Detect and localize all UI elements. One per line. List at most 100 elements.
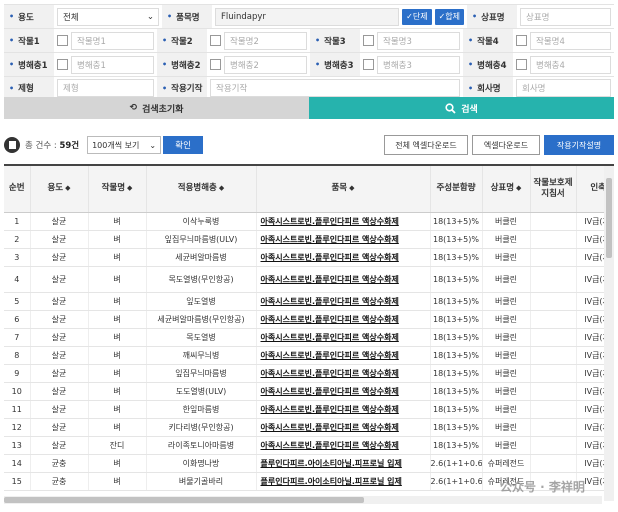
product-link[interactable]: 아족시스트로빈.플루인다피르 액상수화제 [256, 266, 431, 293]
product-link[interactable]: 아족시스트로빈.플루인다피르 액상수화제 [256, 292, 431, 311]
table-row[interactable]: 11 살균 벼 한잎마름병 아족시스트로빈.플루인다피르 액상수화제 18(13+5)% 버… [4, 400, 614, 419]
table-cell: 살균 [30, 292, 89, 311]
table-row[interactable]: 10 살균 벼 도도열병(ULV) 아족시스트로빈.플루인다피르 액상수화제 18(13+… [4, 382, 614, 401]
col-header-crop[interactable]: 작물명 ◆ [88, 166, 147, 213]
table-cell: 살균 [30, 400, 89, 419]
pest1-label: • 병해충1 [4, 53, 54, 76]
pest3-input[interactable]: 병해충3 [377, 55, 460, 74]
excel-download-button[interactable]: 엑셀다운로드 [472, 135, 540, 155]
product-link[interactable]: 아족시스트로빈.플루인다피르 액상수화제 [256, 212, 431, 231]
table-cell: 9 [4, 364, 31, 383]
col-header-brand[interactable]: 상표명 ◆ [482, 166, 531, 213]
confirm-button[interactable]: 확인 [163, 136, 204, 154]
product-link[interactable]: 아족시스트로빈.플루인다피르 액상수화제 [256, 248, 431, 267]
single-button[interactable]: ✓ 단제 [402, 8, 432, 25]
table-row[interactable]: 9 살균 벼 잎집무늬마름병 아족시스트로빈.플루인다피르 액상수화제 18(13+5)%… [4, 364, 614, 383]
horizontal-scrollbar[interactable] [4, 496, 602, 504]
vertical-scrollbar[interactable] [604, 166, 614, 501]
table-cell [530, 248, 577, 267]
crop3-label: • 작물3 [310, 29, 360, 52]
table-cell: 버클린 [482, 346, 531, 365]
product-link[interactable]: 아족시스트로빈.플루인다피르 액상수화제 [256, 364, 431, 383]
product-link[interactable]: 아족시스트로빈.플루인다피르 액상수화제 [256, 436, 431, 455]
table-cell: 이삭누룩병 [146, 212, 257, 231]
crop1-checkbox[interactable] [57, 35, 68, 46]
table-row[interactable]: 1 살균 벼 이삭누룩병 아족시스트로빈.플루인다피르 액상수화제 18(13+5)% 버클… [4, 212, 614, 231]
crop2-input[interactable]: 작물명2 [224, 31, 307, 50]
brand-input[interactable]: 상표명 [520, 7, 611, 26]
mechanism-info-button[interactable]: 작용기작설명 [544, 135, 614, 155]
table-cell: 11 [4, 400, 31, 419]
table-cell: 18(13+5)% [430, 400, 483, 419]
table-row[interactable]: 12 살균 벼 키다리병(무인항공) 아족시스트로빈.플루인다피르 액상수화제 18(13… [4, 418, 614, 437]
table-cell: 벼 [88, 382, 147, 401]
pest2-input[interactable]: 병해충2 [224, 55, 307, 74]
product-link[interactable]: 아족시스트로빈.플루인다피르 액상수화제 [256, 310, 431, 329]
crop4-checkbox[interactable] [516, 35, 527, 46]
use-select[interactable]: 전체 ⌄ [57, 7, 159, 26]
excel-all-download-button[interactable]: 전체 엑셀다운로드 [384, 135, 468, 155]
table-cell: 6 [4, 310, 31, 329]
product-link[interactable]: 아족시스트로빈.플루인다피르 액상수화제 [256, 418, 431, 437]
col-header-pest[interactable]: 적용병해충 ◆ [146, 166, 257, 213]
product-link[interactable]: 플루인다피르.아이소티아닐.피프로닐 입제 [256, 472, 431, 491]
pest3-checkbox[interactable] [363, 59, 374, 70]
form-type-input[interactable]: 제형 [57, 79, 154, 97]
product-link[interactable]: 플루인다피르.아이소티아닐.피프로닐 입제 [256, 454, 431, 473]
crop3-checkbox[interactable] [363, 35, 374, 46]
table-cell [530, 266, 577, 293]
product-link[interactable]: 아족시스트로빈.플루인다피르 액상수화제 [256, 346, 431, 365]
table-row[interactable]: 6 살균 벼 세균벼알마름병(무인항공) 아족시스트로빈.플루인다피르 액상수화제 18(… [4, 310, 614, 329]
mechanism-input[interactable]: 작용기작 [210, 79, 460, 97]
table-row[interactable]: 7 살균 벼 목도열병 아족시스트로빈.플루인다피르 액상수화제 18(13+5)% 버클린… [4, 328, 614, 347]
reset-button[interactable]: ⟲ 검색초기화 [4, 97, 309, 119]
product-link[interactable]: 아족시스트로빈.플루인다피르 액상수화제 [256, 382, 431, 401]
product-link[interactable]: 아족시스트로빈.플루인다피르 액상수화제 [256, 328, 431, 347]
table-cell: 18(13+5)% [430, 248, 483, 267]
search-button[interactable]: 검색 [309, 97, 614, 119]
table-row[interactable]: 14 균충 벼 이화명나방 플루인다피르.아이소티아닐.피프로닐 입제 2.6(1+1+0… [4, 454, 614, 473]
scroll-thumb[interactable] [4, 497, 364, 503]
product-link[interactable]: 아족시스트로빈.플루인다피르 액상수화제 [256, 400, 431, 419]
table-cell: 벼 [88, 418, 147, 437]
pest2-checkbox[interactable] [210, 59, 221, 70]
table-row[interactable]: 8 살균 벼 깨씨무늬병 아족시스트로빈.플루인다피르 액상수화제 18(13+5)% 버클… [4, 346, 614, 365]
pest4-input[interactable]: 병해충4 [530, 55, 611, 74]
crop1-input[interactable]: 작물명1 [71, 31, 154, 50]
sort-icon: ◆ [65, 184, 71, 193]
table-cell: 12 [4, 418, 31, 437]
table-cell: 8 [4, 346, 31, 365]
table-cell [530, 212, 577, 231]
mix-button[interactable]: ✓ 합제 [434, 8, 464, 25]
product-input[interactable]: Fluindapyr [215, 7, 400, 26]
crop4-input[interactable]: 작물명4 [530, 31, 611, 50]
table-cell: 18(13+5)% [430, 310, 483, 329]
table-row[interactable]: 3 살균 벼 세균벼알마름병 아족시스트로빈.플루인다피르 액상수화제 18(13+5)%… [4, 248, 614, 267]
page-size-select[interactable]: 100개씩 보기 ⌄ [87, 136, 162, 154]
table-cell: 잎집무늬마름병(ULV) [146, 230, 257, 249]
pest1-checkbox[interactable] [57, 59, 68, 70]
table-cell [530, 328, 577, 347]
table-row[interactable]: 4 살균 벼 목도열병(무인항공) 아족시스트로빈.플루인다피르 액상수화제 18(13+… [4, 266, 614, 293]
scroll-thumb[interactable] [606, 178, 612, 258]
table-cell: 살균 [30, 382, 89, 401]
table-row[interactable]: 13 살균 잔디 라이족토니아마름병 아족시스트로빈.플루인다피르 액상수화제 18(13… [4, 436, 614, 455]
table-cell: 세균벼알마름병 [146, 248, 257, 267]
col-header-product[interactable]: 품목 ◆ [256, 166, 431, 213]
pest1-input[interactable]: 병해충1 [71, 55, 154, 74]
form-row-3: • 병해충1 병해충1 • 병해충2 병해충2 • 병해충3 병해충3 • 병해충4 병… [4, 52, 614, 76]
company-input[interactable]: 회사명 [516, 79, 611, 97]
pest4-checkbox[interactable] [516, 59, 527, 70]
table-row[interactable]: 5 살균 벼 잎도열병 아족시스트로빈.플루인다피르 액상수화제 18(13+5)% 버클린… [4, 292, 614, 311]
refresh-icon: ⟲ [129, 103, 138, 113]
col-header-use[interactable]: 용도 ◆ [30, 166, 89, 213]
crop2-checkbox[interactable] [210, 35, 221, 46]
crop3-input[interactable]: 작물명3 [377, 31, 460, 50]
table-cell: 균충 [30, 454, 89, 473]
table-cell: 버클린 [482, 248, 531, 267]
table-row[interactable]: 2 살균 벼 잎집무늬마름병(ULV) 아족시스트로빈.플루인다피르 액상수화제 18(1… [4, 230, 614, 249]
action-bar: ⟲ 검색초기화 검색 [4, 97, 614, 119]
chevron-down-icon: ⌄ [146, 11, 154, 22]
product-link[interactable]: 아족시스트로빈.플루인다피르 액상수화제 [256, 230, 431, 249]
crop2-label: • 작물2 [157, 29, 207, 52]
